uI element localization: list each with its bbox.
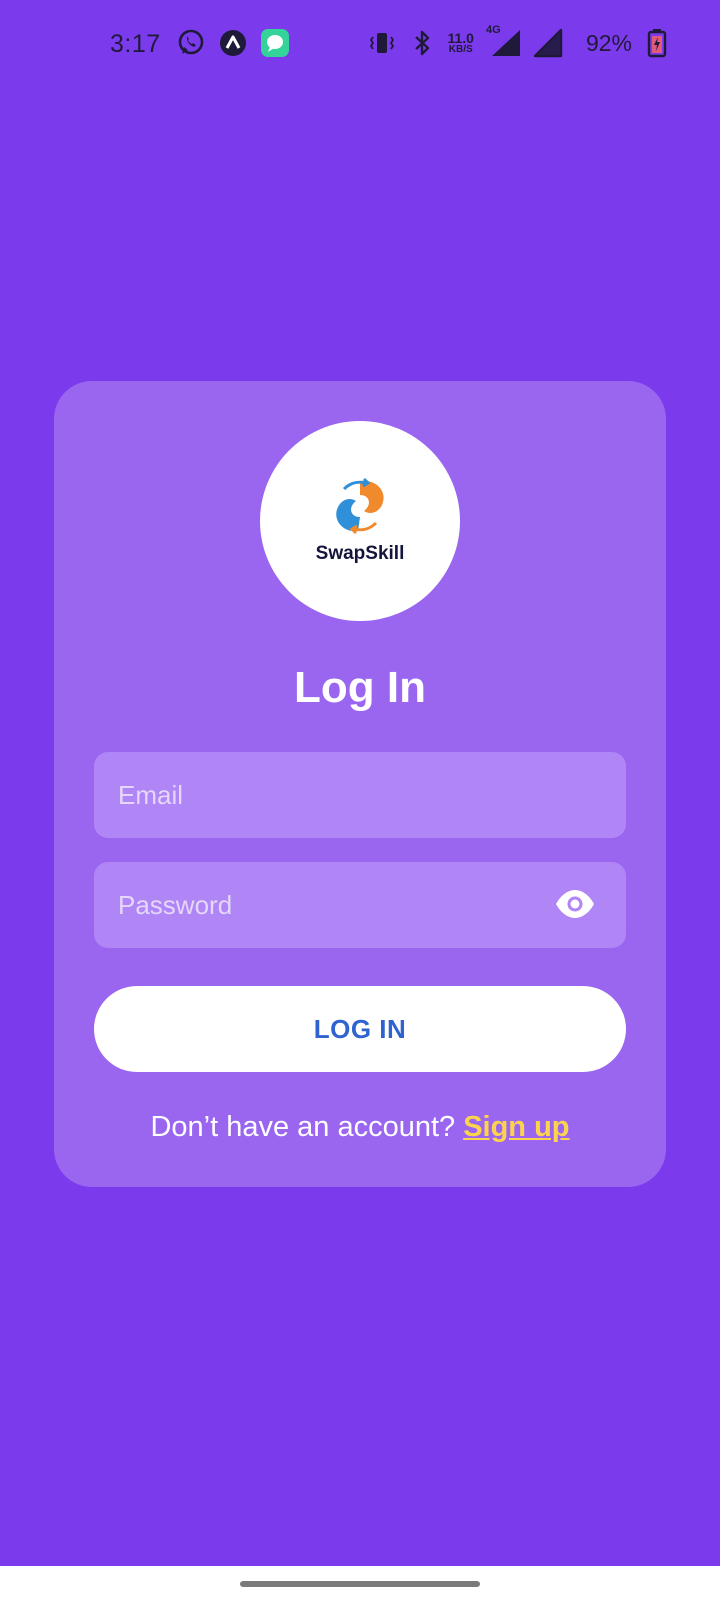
network-type-label: 4G xyxy=(485,24,501,36)
whatsapp-icon xyxy=(176,28,206,58)
system-icons: 11.0 KB/S 4G 92% xyxy=(367,24,672,58)
bluetooth-icon xyxy=(407,28,437,58)
logo-text: SwapSkill xyxy=(315,543,405,564)
battery-percentage: 92% xyxy=(585,29,632,56)
net-speed-unit: KB/S xyxy=(448,44,473,55)
signal-icon-2 xyxy=(532,28,564,58)
signup-prompt: Don’t have an account? xyxy=(150,1111,456,1143)
navigation-bar xyxy=(0,1566,720,1600)
swapskill-logo-icon xyxy=(336,477,384,535)
status-time: 3:17 xyxy=(110,30,161,58)
vibrate-icon xyxy=(367,28,397,58)
email-field-container xyxy=(94,752,626,838)
page-title: Log In xyxy=(294,663,426,712)
signup-row: Don’t have an account? Sign up xyxy=(54,1111,666,1144)
net-speed-value: 11.0 xyxy=(447,30,474,46)
home-gesture-handle[interactable] xyxy=(240,1581,480,1587)
chat-bubble-icon xyxy=(260,28,290,58)
password-field-container xyxy=(94,862,626,948)
battery-charging-icon xyxy=(642,28,672,58)
login-card: SwapSkill Log In LOG IN Don’t have an ac… xyxy=(54,381,666,1187)
app-a-icon xyxy=(218,28,248,58)
notification-icons xyxy=(176,28,290,58)
signup-link[interactable]: Sign up xyxy=(463,1111,569,1143)
logo-circle: SwapSkill xyxy=(260,421,460,621)
email-field[interactable] xyxy=(94,752,534,838)
net-speed: 11.0 KB/S xyxy=(447,31,473,55)
status-bar: 3:17 11.0 KB/S 4G 92% xyxy=(0,0,720,92)
show-password-eye-icon[interactable] xyxy=(554,888,596,925)
signal-icon: 4G xyxy=(484,24,522,58)
password-field[interactable] xyxy=(94,862,534,948)
login-button[interactable]: LOG IN xyxy=(94,986,626,1072)
